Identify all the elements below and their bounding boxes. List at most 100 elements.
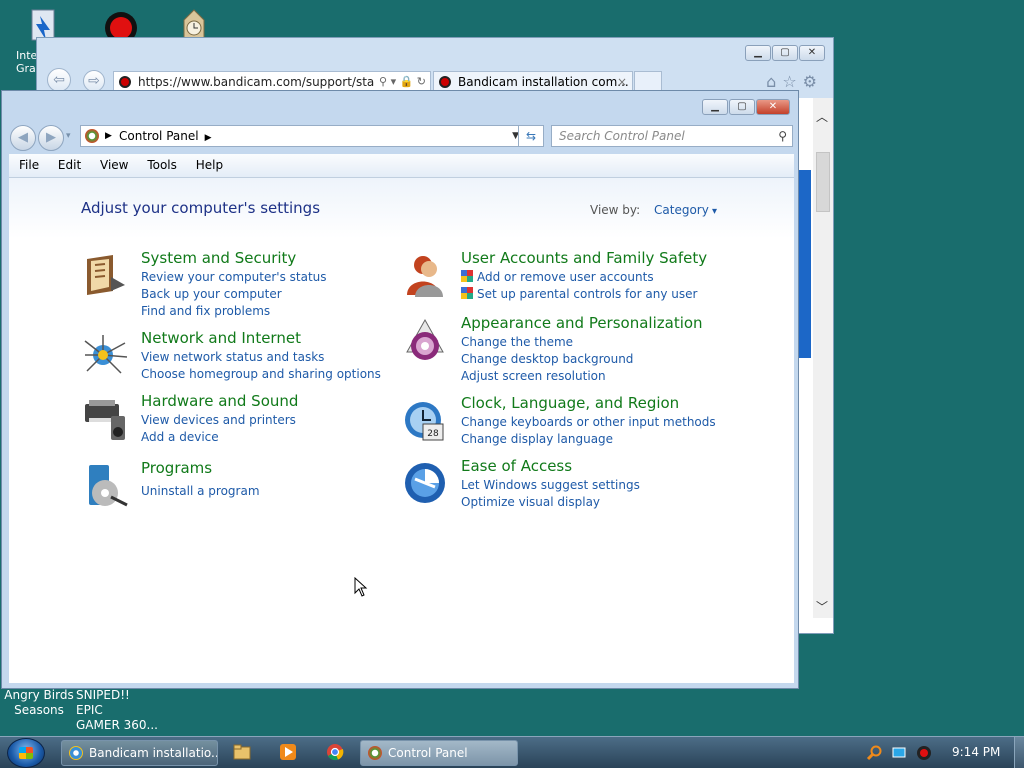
desktop-icon-angry-birds[interactable]: Angry Birds Seasons <box>4 688 74 718</box>
ie-page-banner <box>799 170 811 358</box>
link-add-remove-users[interactable]: Add or remove user accounts <box>461 269 697 286</box>
category-heading[interactable]: System and Security <box>141 249 296 267</box>
category-links: Change the theme Change desktop backgrou… <box>461 334 633 385</box>
network-tray-icon[interactable] <box>891 745 907 761</box>
view-by-dropdown[interactable]: Category <box>654 203 717 217</box>
forward-button[interactable]: ▶ <box>38 125 64 151</box>
link-add-device[interactable]: Add a device <box>141 429 296 446</box>
bandicam-tray-icon[interactable] <box>916 745 932 761</box>
scroll-thumb[interactable] <box>816 152 830 212</box>
home-icon[interactable]: ⌂ <box>766 72 782 91</box>
link-homegroup[interactable]: Choose homegroup and sharing options <box>141 366 381 383</box>
uac-shield-icon <box>461 287 473 299</box>
category-heading[interactable]: Ease of Access <box>461 457 572 475</box>
category-programs: Programs Uninstall a program <box>81 459 381 509</box>
address-tools-icon[interactable]: ⚲ ▾ 🔒 ↻ <box>375 72 426 92</box>
category-heading[interactable]: Hardware and Sound <box>141 392 298 410</box>
menu-help[interactable]: Help <box>196 158 223 172</box>
link-optimize-display[interactable]: Optimize visual display <box>461 494 640 511</box>
link-fix-problems[interactable]: Find and fix problems <box>141 303 327 320</box>
hardware-sound-icon <box>85 400 125 440</box>
uac-shield-icon <box>461 270 473 282</box>
category-heading[interactable]: User Accounts and Family Safety <box>461 249 707 267</box>
media-player-icon[interactable] <box>279 743 297 761</box>
recent-pages-icon[interactable]: ▾ <box>66 131 71 141</box>
close-button[interactable]: ✕ <box>799 45 825 61</box>
menu-tools[interactable]: Tools <box>147 158 177 172</box>
search-placeholder: Search Control Panel <box>559 129 685 143</box>
tab-close-icon[interactable]: × <box>617 72 627 92</box>
search-input[interactable]: Search Control Panel ⚲ <box>551 125 793 147</box>
category-heading[interactable]: Network and Internet <box>141 329 301 347</box>
refresh-button[interactable]: ⇆ <box>518 125 544 147</box>
breadcrumb-control-panel[interactable]: Control Panel <box>119 129 199 143</box>
category-links: Uninstall a program <box>141 483 260 500</box>
svg-text:28: 28 <box>427 429 439 439</box>
forward-button[interactable]: ⇨ <box>83 70 105 92</box>
link-devices-printers[interactable]: View devices and printers <box>141 412 296 429</box>
link-review-status[interactable]: Review your computer's status <box>141 269 327 286</box>
start-button[interactable] <box>7 738 45 768</box>
search-tray-icon[interactable] <box>866 745 882 761</box>
breadcrumb-arrow-icon[interactable]: ▶ <box>105 126 112 146</box>
link-suggest-settings[interactable]: Let Windows suggest settings <box>461 477 640 494</box>
scroll-up-icon[interactable]: ︿ <box>816 108 828 125</box>
link-back-up[interactable]: Back up your computer <box>141 286 327 303</box>
clock[interactable]: 9:14 PM <box>952 745 1000 759</box>
taskbar-item-ie[interactable]: Bandicam installatio... <box>61 740 218 766</box>
show-desktop-button[interactable] <box>1014 737 1024 768</box>
link-display-language[interactable]: Change display language <box>461 431 716 448</box>
ie-scrollbar[interactable]: ︿ ﹀ <box>813 98 833 618</box>
explorer-icon[interactable] <box>233 743 251 761</box>
menu-view[interactable]: View <box>100 158 128 172</box>
ease-of-access-icon <box>405 463 445 503</box>
category-links: Review your computer's status Back up yo… <box>141 269 327 320</box>
ie-address-text: https://www.bandicam.com/support/star <box>138 75 380 89</box>
close-button[interactable]: ✕ <box>756 99 790 115</box>
maximize-button[interactable]: ▢ <box>772 45 798 61</box>
category-network-internet: Network and Internet View network status… <box>81 329 381 381</box>
taskbar-item-control-panel[interactable]: Control Panel <box>360 740 518 766</box>
link-network-status[interactable]: View network status and tasks <box>141 349 381 366</box>
minimize-button[interactable]: ▁ <box>745 45 771 61</box>
control-panel-icon <box>85 129 99 143</box>
category-heading[interactable]: Programs <box>141 459 212 477</box>
category-links: Add or remove user accounts Set up paren… <box>461 269 697 303</box>
bandicam-favicon-icon <box>119 76 131 88</box>
desktop-icon-sniped[interactable]: SNIPED!! EPIC GAMER 360... <box>76 688 158 733</box>
view-by: View by: Category <box>590 203 717 217</box>
link-change-theme[interactable]: Change the theme <box>461 334 633 351</box>
link-parental-controls[interactable]: Set up parental controls for any user <box>461 286 697 303</box>
control-panel-window[interactable]: ▁ ▢ ✕ ◀ ▶ ▾ ▶ Control Panel ▶ ▼ ⇆ Search … <box>1 90 799 689</box>
menu-edit[interactable]: Edit <box>58 158 81 172</box>
clock-language-icon: 28 <box>405 402 444 441</box>
link-screen-resolution[interactable]: Adjust screen resolution <box>461 368 633 385</box>
category-links: Let Windows suggest settings Optimize vi… <box>461 477 640 511</box>
category-heading[interactable]: Clock, Language, and Region <box>461 394 679 412</box>
link-uninstall[interactable]: Uninstall a program <box>141 483 260 500</box>
taskbar: Bandicam installatio... Control Panel 9:… <box>0 736 1024 768</box>
favorites-star-icon[interactable]: ☆ <box>782 72 802 91</box>
chrome-icon[interactable] <box>326 743 344 761</box>
minimize-button[interactable]: ▁ <box>702 99 728 115</box>
category-clock-language: 28 Clock, Language, and Region Change ke… <box>401 394 731 446</box>
menu-file[interactable]: File <box>19 158 39 172</box>
taskbar-item-label: Control Panel <box>388 746 468 760</box>
scroll-down-icon[interactable]: ﹀ <box>816 598 828 615</box>
back-button[interactable]: ◀ <box>10 125 36 151</box>
link-change-keyboards[interactable]: Change keyboards or other input methods <box>461 414 716 431</box>
link-desktop-background[interactable]: Change desktop background <box>461 351 633 368</box>
breadcrumb[interactable]: ▶ Control Panel ▶ ▼ <box>80 125 525 147</box>
category-links: View devices and printers Add a device <box>141 412 296 446</box>
taskbar-item-label: Bandicam installatio... <box>89 746 218 760</box>
back-button[interactable]: ⇦ <box>47 68 71 92</box>
category-system-security: System and Security Review your computer… <box>81 249 381 319</box>
search-icon[interactable]: ⚲ <box>778 126 787 146</box>
appearance-icon <box>406 318 444 360</box>
bandicam-favicon-icon <box>439 76 451 88</box>
category-heading[interactable]: Appearance and Personalization <box>461 314 703 332</box>
breadcrumb-arrow-icon[interactable]: ▶ <box>205 133 212 143</box>
ie-icon <box>69 746 83 760</box>
settings-gear-icon[interactable]: ⚙ <box>803 72 823 91</box>
maximize-button[interactable]: ▢ <box>729 99 755 115</box>
